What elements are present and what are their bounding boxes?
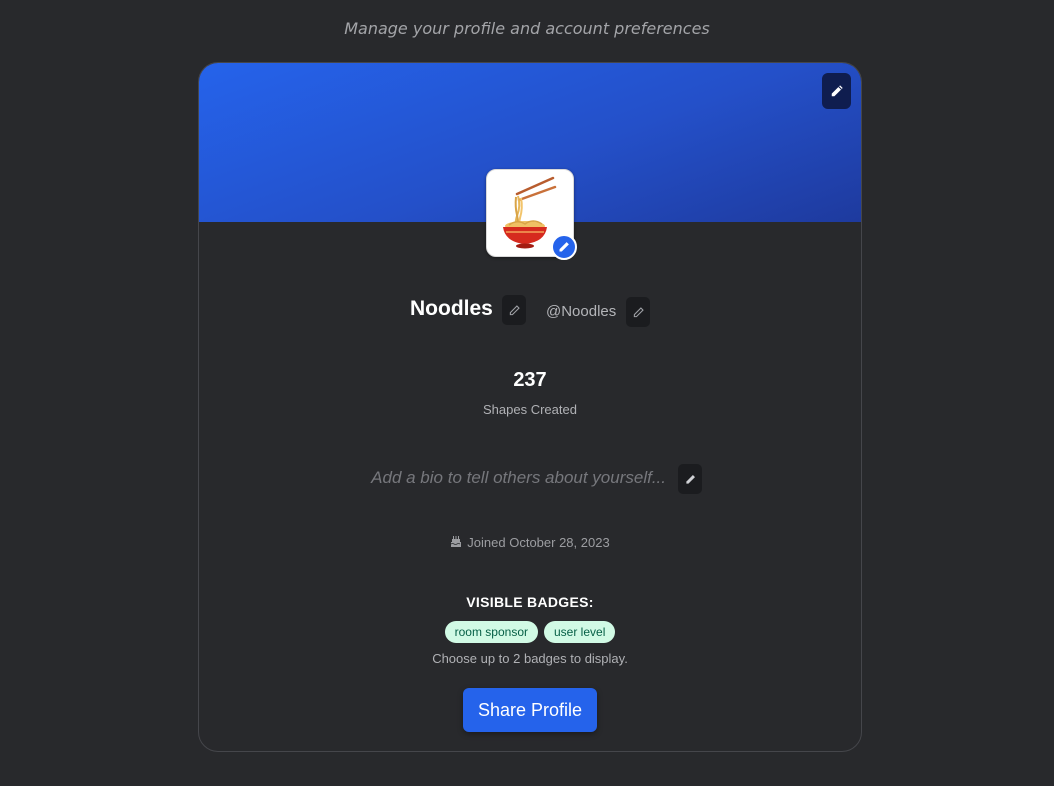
badge-list: room sponsor user level [199,621,861,643]
profile-card: Noodles @Noodles 237 Shapes Created Add … [198,62,862,752]
edit-display-name-button[interactable] [502,295,526,325]
edit-bio-button[interactable] [678,464,702,494]
bio-placeholder[interactable]: Add a bio to tell others about yourself.… [361,468,666,488]
name-row: Noodles @Noodles [199,294,861,327]
pencil-icon [559,242,569,252]
badge-room-sponsor[interactable]: room sponsor [444,621,538,643]
badges-title: VISIBLE BADGES: [466,594,594,610]
edit-username-button[interactable] [626,297,650,327]
share-profile-button[interactable]: Share Profile [463,688,597,732]
pencil-icon [509,304,520,315]
badge-user-level[interactable]: user level [544,621,616,643]
edit-banner-button[interactable] [822,73,851,109]
joined-text: Joined October 28, 2023 [467,535,610,550]
shapes-created-label: Shapes Created [483,402,577,417]
pencil-icon [633,306,644,317]
pencil-icon [831,85,843,97]
badges-hint: Choose up to 2 badges to display. [432,651,628,666]
joined-date: Joined October 28, 2023 [199,535,861,550]
username: @Noodles [546,303,617,320]
pencil-icon [685,474,695,484]
display-name: Noodles [410,297,493,320]
shapes-created-count: 237 [513,369,547,391]
cake-icon [451,536,462,547]
edit-avatar-button[interactable] [551,234,577,260]
page-subtitle: Manage your profile and account preferen… [344,19,710,38]
